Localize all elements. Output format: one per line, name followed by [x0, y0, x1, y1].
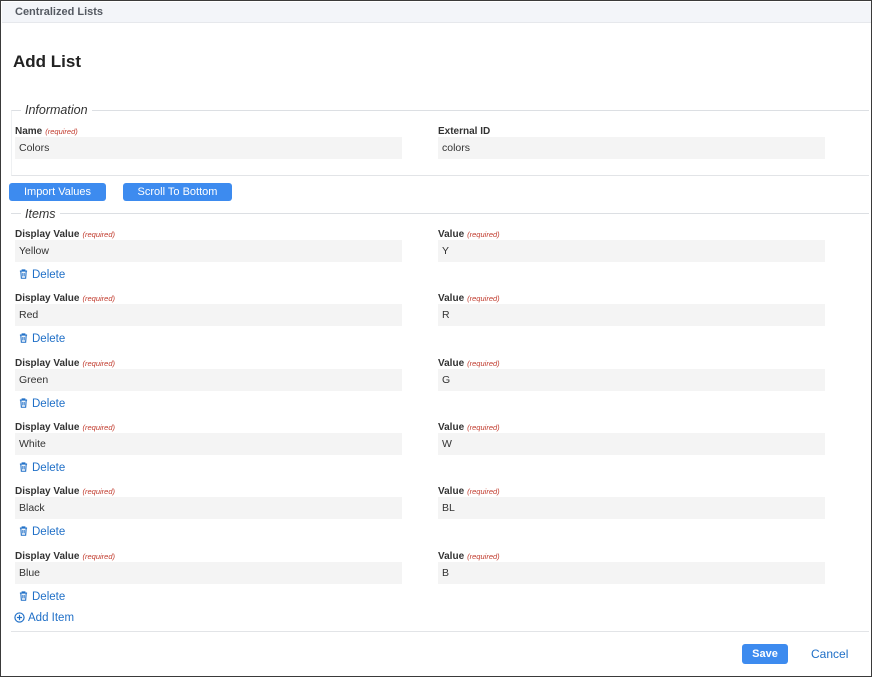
trash-icon: [19, 333, 28, 343]
delete-label: Delete: [32, 526, 66, 538]
required-marker: (required): [467, 359, 500, 368]
display-value-input[interactable]: [15, 304, 402, 326]
delete-button[interactable]: Delete: [19, 462, 65, 474]
required-marker: (required): [82, 359, 115, 368]
display-value-input[interactable]: [15, 240, 402, 262]
external-id-input[interactable]: [438, 137, 825, 159]
delete-button[interactable]: Delete: [19, 398, 65, 410]
value-label: Value (required): [438, 358, 500, 369]
display-value-label-text: Display Value: [15, 551, 80, 562]
external-id-label: External ID: [438, 126, 491, 137]
top-bar: Centralized Lists: [2, 2, 871, 23]
display-value-label: Display Value (required): [15, 422, 115, 433]
display-value-label-text: Display Value: [15, 422, 80, 433]
value-label: Value (required): [438, 293, 500, 304]
name-input[interactable]: [15, 137, 402, 159]
display-value-label-text: Display Value: [15, 293, 80, 304]
display-value-input[interactable]: [15, 433, 402, 455]
value-label-text: Value: [438, 229, 465, 240]
required-marker: (required): [82, 552, 115, 561]
cancel-button[interactable]: Cancel: [811, 647, 848, 661]
required-marker: (required): [467, 294, 500, 303]
required-marker: (required): [467, 230, 500, 239]
breadcrumb[interactable]: Centralized Lists: [15, 6, 103, 18]
value-label-text: Value: [438, 422, 465, 433]
delete-button[interactable]: Delete: [19, 333, 65, 345]
import-values-button[interactable]: Import Values: [9, 183, 106, 201]
trash-icon: [19, 462, 28, 472]
display-value-input[interactable]: [15, 497, 402, 519]
required-marker: (required): [82, 294, 115, 303]
items-section: [11, 213, 869, 214]
display-value-label-text: Display Value: [15, 486, 80, 497]
value-input[interactable]: [438, 369, 825, 391]
required-marker: (required): [467, 487, 500, 496]
required-marker: (required): [467, 423, 500, 432]
required-marker: (required): [45, 127, 78, 136]
display-value-label: Display Value (required): [15, 229, 115, 240]
delete-label: Delete: [32, 269, 66, 281]
footer-divider: [11, 631, 869, 632]
name-label: Name (required): [15, 126, 78, 137]
delete-label: Delete: [32, 462, 66, 474]
display-value-label: Display Value (required): [15, 551, 115, 562]
delete-button[interactable]: Delete: [19, 269, 65, 281]
value-label: Value (required): [438, 422, 500, 433]
trash-icon: [19, 269, 28, 279]
save-button[interactable]: Save: [742, 644, 788, 664]
delete-button[interactable]: Delete: [19, 591, 65, 603]
required-marker: (required): [82, 487, 115, 496]
display-value-label-text: Display Value: [15, 358, 80, 369]
required-marker: (required): [82, 423, 115, 432]
trash-icon: [19, 398, 28, 408]
value-label-text: Value: [438, 358, 465, 369]
value-label-text: Value: [438, 486, 465, 497]
trash-icon: [19, 591, 28, 601]
add-item-button[interactable]: Add Item: [14, 612, 74, 624]
items-legend: Items: [21, 207, 60, 221]
value-input[interactable]: [438, 562, 825, 584]
display-value-label-text: Display Value: [15, 229, 80, 240]
delete-label: Delete: [32, 333, 66, 345]
value-label: Value (required): [438, 551, 500, 562]
add-item-label: Add Item: [28, 612, 75, 624]
display-value-label: Display Value (required): [15, 358, 115, 369]
value-label-text: Value: [438, 293, 465, 304]
display-value-input[interactable]: [15, 369, 402, 391]
name-label-text: Name: [15, 126, 43, 137]
value-input[interactable]: [438, 240, 825, 262]
value-input[interactable]: [438, 497, 825, 519]
value-label: Value (required): [438, 229, 500, 240]
value-input[interactable]: [438, 433, 825, 455]
display-value-input[interactable]: [15, 562, 402, 584]
delete-button[interactable]: Delete: [19, 526, 65, 538]
trash-icon: [19, 526, 28, 536]
app-window: Centralized Lists Add List Information N…: [0, 0, 872, 677]
value-label: Value (required): [438, 486, 500, 497]
scroll-to-bottom-button[interactable]: Scroll To Bottom: [123, 183, 232, 201]
required-marker: (required): [82, 230, 115, 239]
delete-label: Delete: [32, 591, 66, 603]
information-legend: Information: [21, 103, 92, 117]
display-value-label: Display Value (required): [15, 486, 115, 497]
delete-label: Delete: [32, 398, 66, 410]
display-value-label: Display Value (required): [15, 293, 115, 304]
required-marker: (required): [467, 552, 500, 561]
plus-circle-icon: [14, 612, 25, 623]
value-label-text: Value: [438, 551, 465, 562]
page-title: Add List: [13, 52, 81, 71]
value-input[interactable]: [438, 304, 825, 326]
